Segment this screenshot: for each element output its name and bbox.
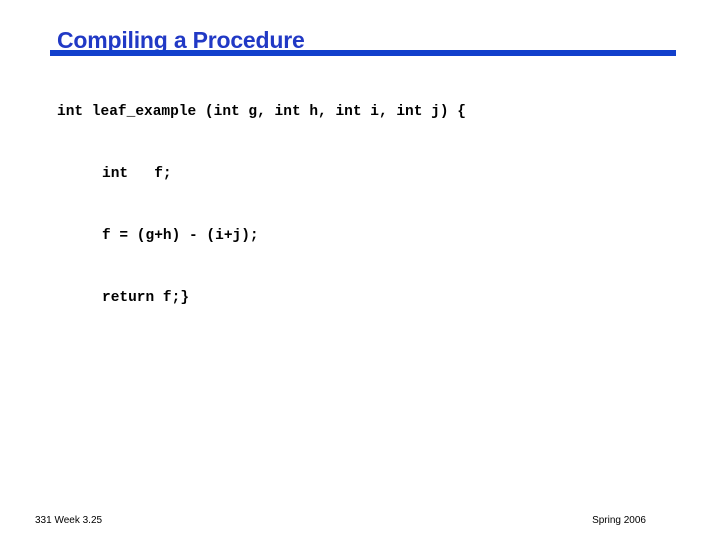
slide-footer: 331 Week 3.25 Spring 2006	[0, 515, 720, 537]
title-block: Compiling a Procedure	[50, 27, 676, 56]
code-line: f = (g+h) - (i+j);	[102, 228, 259, 244]
code-line: int f;	[102, 166, 172, 182]
footer-term: Spring 2006	[592, 515, 646, 526]
page-title: Compiling a Procedure	[57, 27, 305, 53]
title-underline-bar	[50, 50, 676, 56]
code-line: int leaf_example (int g, int h, int i, i…	[57, 104, 466, 120]
slide: Compiling a Procedure int leaf_example (…	[0, 0, 720, 540]
footer-course-slide-number: 331 Week 3.25	[35, 515, 103, 526]
code-listing: int leaf_example (int g, int h, int i, i…	[57, 69, 466, 349]
code-line: return f;}	[102, 290, 190, 306]
